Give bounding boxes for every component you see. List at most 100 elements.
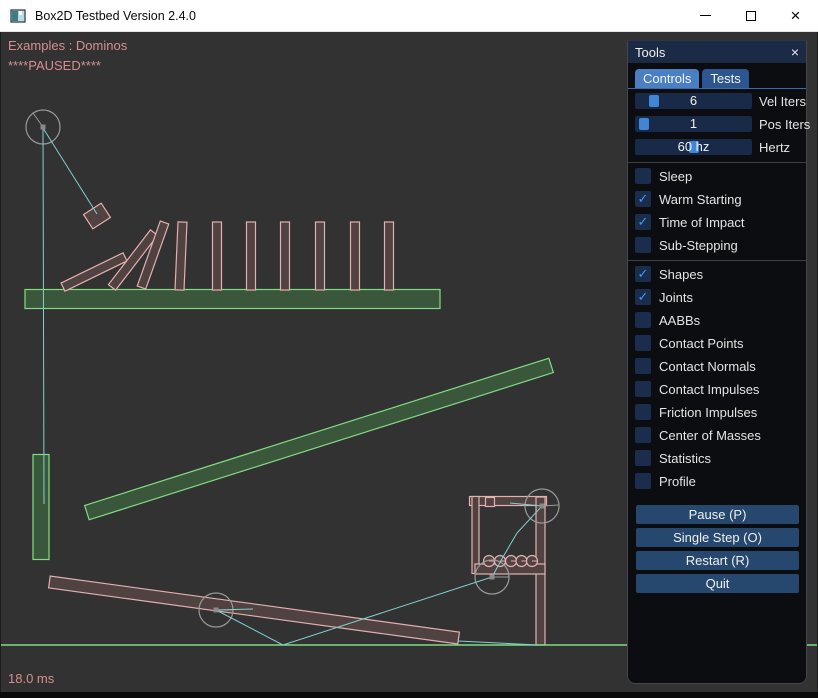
domino-7 <box>281 222 290 290</box>
joint-line <box>43 128 44 504</box>
window-title: Box2D Testbed Version 2.4.0 <box>35 9 196 23</box>
minimize-icon <box>700 15 711 16</box>
checkbox-joints-checked[interactable]: ✓ <box>635 289 651 305</box>
tools-panel-titlebar[interactable]: Tools × <box>628 41 806 63</box>
checkbox-label: Sub-Stepping <box>659 238 738 253</box>
checkbox-label: Sleep <box>659 169 692 184</box>
domino-9 <box>351 222 360 290</box>
checkbox-row-warm-starting: ✓ Warm Starting <box>635 191 799 207</box>
tab-bar: ControlsTests <box>628 69 806 89</box>
slider-row-hertz: 60 hz Hertz <box>635 139 799 155</box>
window-controls: × <box>683 0 818 32</box>
frame-top-bar <box>470 497 547 506</box>
tab-controls[interactable]: Controls <box>635 69 699 88</box>
frame-block <box>486 498 495 507</box>
checkbox-profile[interactable] <box>635 473 651 489</box>
checkbox-row-sub-stepping: Sub-Stepping <box>635 237 799 253</box>
slider-track[interactable]: 6 <box>635 93 752 109</box>
pendulum-bob <box>84 203 111 229</box>
checkbox-warm-starting-checked[interactable]: ✓ <box>635 191 651 207</box>
checkbox-statistics[interactable] <box>635 450 651 466</box>
button-section: Pause (P) Single Step (O) Restart (R) Quit <box>628 496 806 593</box>
post <box>33 455 49 560</box>
checkbox-row-shapes: ✓ Shapes <box>635 266 799 282</box>
checkbox-label: Warm Starting <box>659 192 742 207</box>
checkbox-contact-impulses[interactable] <box>635 381 651 397</box>
checkbox-row-contact-impulses: Contact Impulses <box>635 381 799 397</box>
ramp <box>85 358 554 520</box>
joint-anchor <box>490 575 495 580</box>
domino-8 <box>316 222 325 290</box>
slider-row-vel-iters: 6Vel Iters <box>635 93 799 109</box>
checkbox-label: Contact Normals <box>659 359 756 374</box>
tools-panel: Tools × ControlsTests 6Vel Iters1Pos Ite… <box>627 40 807 684</box>
slider-value: 1 <box>635 116 752 132</box>
joint-anchor <box>214 608 219 613</box>
close-icon: × <box>791 7 801 24</box>
checkbox-row-friction-impulses: Friction Impulses <box>635 404 799 420</box>
checkbox-label: Shapes <box>659 267 703 282</box>
checkbox-label: Profile <box>659 474 696 489</box>
checkbox-center-of-masses[interactable] <box>635 427 651 443</box>
slider-value: 60 hz <box>635 139 752 155</box>
maximize-icon <box>746 11 756 21</box>
frame-left-post <box>472 497 479 574</box>
checkbox-time-of-impact-checked[interactable]: ✓ <box>635 214 651 230</box>
checkbox-label: Contact Points <box>659 336 744 351</box>
slider-track[interactable]: 1 <box>635 116 752 132</box>
minimize-button[interactable] <box>683 0 728 32</box>
checkbox-row-time-of-impact: ✓ Time of Impact <box>635 214 799 230</box>
example-label: Examples : Dominos <box>8 36 127 56</box>
restart-button[interactable]: Restart (R) <box>636 551 799 570</box>
panel-close-icon[interactable]: × <box>791 45 799 59</box>
window-border-bottom <box>0 692 818 698</box>
checkbox-friction-impulses[interactable] <box>635 404 651 420</box>
checkbox-row-center-of-masses: Center of Masses <box>635 427 799 443</box>
checkbox-shapes-checked[interactable]: ✓ <box>635 266 651 282</box>
checkbox-row-sleep: Sleep <box>635 168 799 184</box>
separator <box>628 260 806 261</box>
domino-5 <box>213 222 222 290</box>
pause-button[interactable]: Pause (P) <box>636 505 799 524</box>
checkbox-row-aabbs: AABBs <box>635 312 799 328</box>
checkbox-aabbs[interactable] <box>635 312 651 328</box>
slider-label: Hertz <box>759 140 790 155</box>
slider-label: Pos Iters <box>759 117 810 132</box>
checkbox-contact-normals[interactable] <box>635 358 651 374</box>
checkbox-label: Contact Impulses <box>659 382 759 397</box>
checkbox-group-draw: ✓ Shapes ✓ Joints AABBs Contact Points Contact… <box>628 266 806 489</box>
checkbox-label: Friction Impulses <box>659 405 757 420</box>
close-button[interactable]: × <box>773 0 818 32</box>
checkbox-contact-points[interactable] <box>635 335 651 351</box>
checkbox-sub-stepping[interactable] <box>635 237 651 253</box>
single-button[interactable]: Single Step (O) <box>636 528 799 547</box>
joint-anchor <box>41 125 46 130</box>
joint-anchor <box>540 504 545 509</box>
checkbox-sleep[interactable] <box>635 168 651 184</box>
domino-10 <box>385 222 394 290</box>
checkbox-row-contact-normals: Contact Normals <box>635 358 799 374</box>
maximize-button[interactable] <box>728 0 773 32</box>
platform <box>25 290 440 309</box>
checkbox-label: AABBs <box>659 313 700 328</box>
checkbox-group-simulation: Sleep ✓ Warm Starting ✓ Time of Impact Sub-St… <box>628 168 806 253</box>
window-titlebar: Box2D Testbed Version 2.4.0 × <box>0 0 818 32</box>
overlay-text: Examples : Dominos ****PAUSED**** <box>8 36 127 76</box>
slider-value: 6 <box>635 93 752 109</box>
checkbox-row-profile: Profile <box>635 473 799 489</box>
tab-tests[interactable]: Tests <box>702 69 748 88</box>
checkbox-row-joints: ✓ Joints <box>635 289 799 305</box>
checkbox-label: Joints <box>659 290 693 305</box>
separator <box>628 162 806 163</box>
slider-section: 6Vel Iters1Pos Iters60 hzHertz <box>628 89 806 155</box>
quit-button[interactable]: Quit <box>636 574 799 593</box>
checkbox-label: Time of Impact <box>659 215 744 230</box>
slider-track[interactable]: 60 hz <box>635 139 752 155</box>
tools-panel-title: Tools <box>635 45 665 60</box>
paused-label: ****PAUSED**** <box>8 56 127 76</box>
checkbox-label: Statistics <box>659 451 711 466</box>
slider-label: Vel Iters <box>759 94 806 109</box>
checkbox-row-contact-points: Contact Points <box>635 335 799 351</box>
frame-time-label: 18.0 ms <box>8 671 54 686</box>
seesaw-plank <box>49 576 460 644</box>
